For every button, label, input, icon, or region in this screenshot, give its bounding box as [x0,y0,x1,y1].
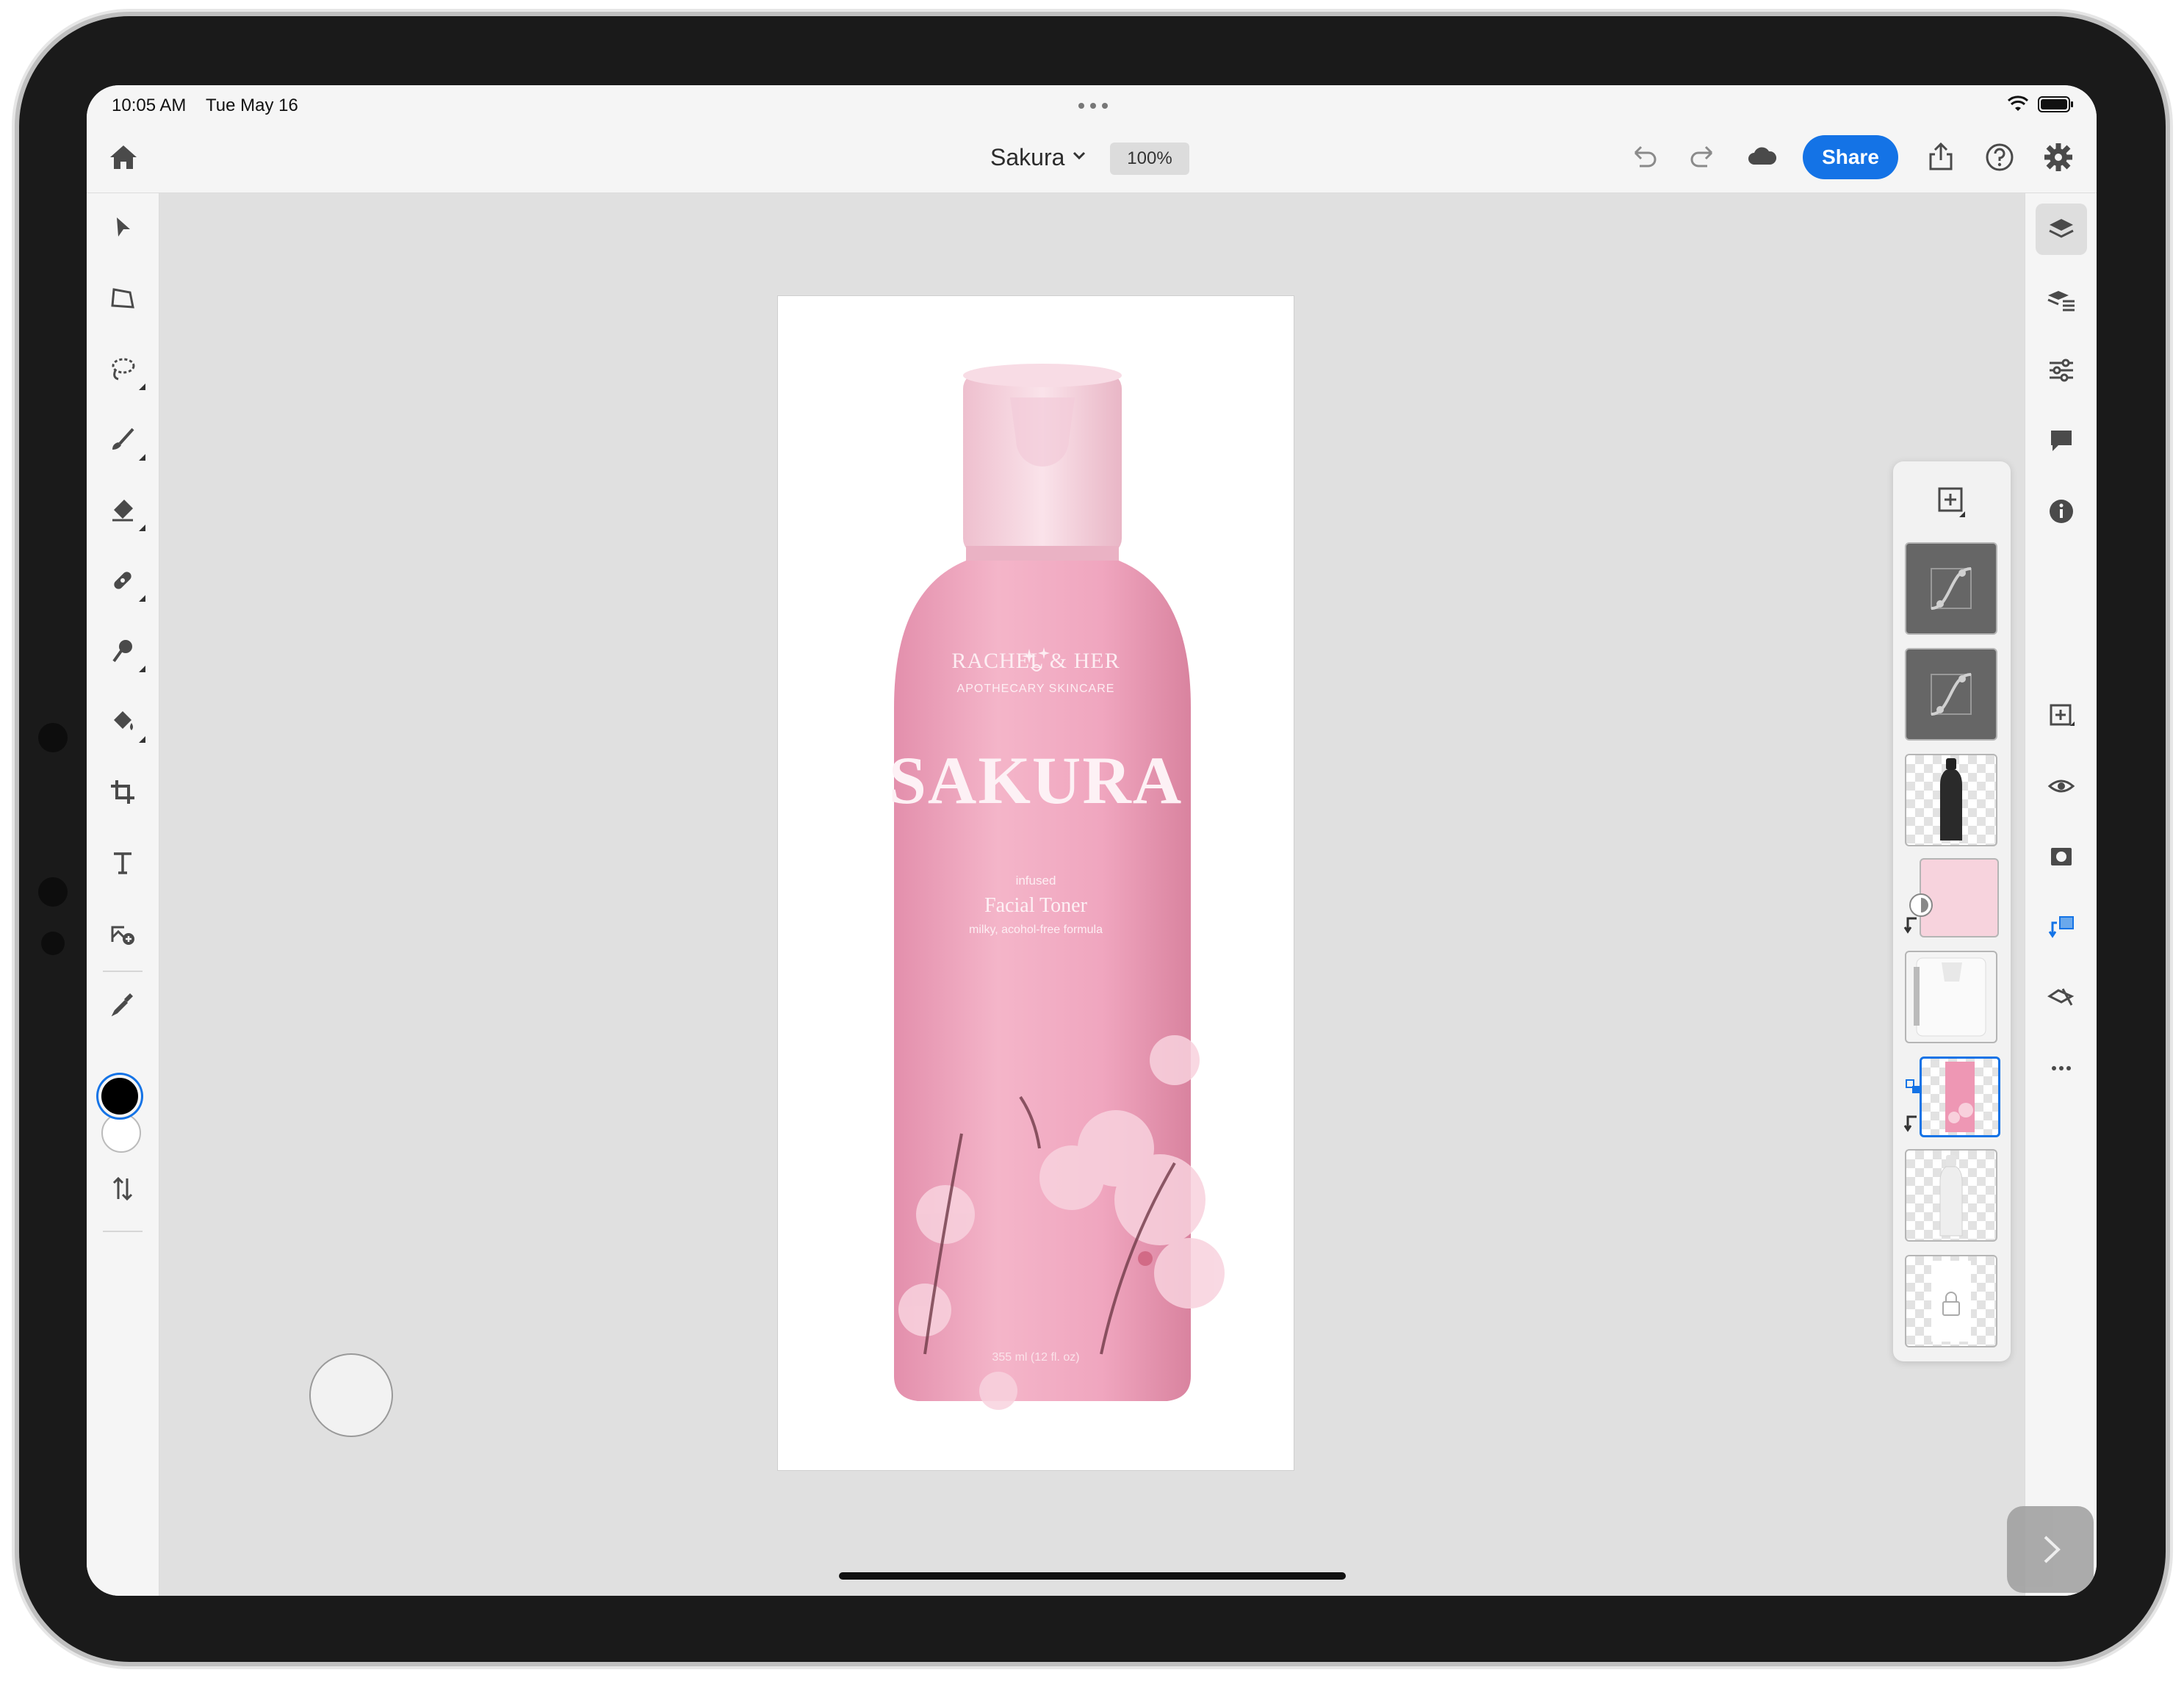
product-infused: infused [1015,874,1056,888]
healing-icon[interactable] [97,555,148,606]
product-volume: 355 ml (12 fl. oz) [992,1351,1080,1364]
properties-rail [2025,193,2097,1596]
add-layer-icon[interactable] [2036,690,2087,741]
status-date: Tue May 16 [206,96,298,115]
layer-white-bottle[interactable] [1905,1149,1997,1242]
layer-sakura-label-selected[interactable] [1920,1057,2000,1137]
more-options-icon[interactable] [2036,1043,2087,1094]
layer-white-cap[interactable] [1905,951,1997,1043]
layer-curves-adjustment[interactable] [1905,542,1997,635]
swap-colors-icon[interactable] [97,1163,148,1214]
clipping-arrow-icon [1903,1114,1920,1133]
camera-sensor [41,932,65,955]
visibility-eye-icon[interactable] [2036,760,2087,812]
more-options-indicator [139,384,145,390]
layers-panel [1893,461,2011,1361]
layer-background-locked[interactable] [1905,1255,1997,1347]
chevron-down-icon [1072,151,1086,165]
home-icon[interactable] [103,137,144,178]
share-button[interactable]: Share [1803,135,1898,179]
layer-pink-fill[interactable] [1920,858,1999,937]
place-image-icon[interactable] [97,907,148,959]
eyedropper-icon[interactable] [97,978,148,1029]
status-bar: 10:05 AM Tue May 16 [87,85,2097,122]
product-formula: milky, acohol-free formula [969,924,1103,936]
layer-curves-adjustment[interactable] [1905,648,1997,741]
more-options-indicator [139,454,145,461]
foreground-color-swatch[interactable] [98,1075,141,1117]
camera-sensor [38,723,68,752]
eraser-icon[interactable] [97,484,148,536]
adjustment-link-icon [1909,893,1933,917]
next-chevron-button[interactable] [2007,1506,2094,1593]
help-icon[interactable] [1979,137,2020,178]
more-options-indicator [139,666,145,672]
blend-mode-icon[interactable] [2036,972,2087,1023]
product-type: Facial Toner [984,894,1087,917]
app-screen: 10:05 AM Tue May 16 Sakura 100% Share RA… [87,85,2097,1596]
smart-object-icon [1905,1079,1921,1095]
toolbar-divider [103,971,143,972]
home-indicator [839,1572,1346,1580]
layer-dark-bottle[interactable] [1905,754,1997,846]
fill-icon[interactable] [97,696,148,747]
layer-properties-icon[interactable] [2036,274,2087,325]
battery-icon [2038,96,2075,113]
sparkle-logo-icon [1022,646,1051,675]
background-color-swatch[interactable] [101,1113,141,1153]
wifi-icon [2007,96,2029,113]
brush-icon[interactable] [97,414,148,465]
add-layer-icon[interactable] [1933,482,1969,519]
multitasking-dots-icon[interactable] [1077,100,1109,109]
settings-gear-icon[interactable] [2038,137,2079,178]
lasso-icon[interactable] [97,343,148,395]
info-icon[interactable] [2036,486,2087,537]
clip-to-below-icon[interactable] [2036,901,2087,953]
more-options-indicator [139,736,145,743]
undo-icon[interactable] [1623,137,1665,178]
product-name: SAKURA [888,743,1183,818]
clone-icon[interactable] [97,625,148,677]
zoom-level[interactable]: 100% [1110,143,1189,175]
toolbar-divider [103,1231,143,1232]
select-icon[interactable] [97,202,148,253]
tools-panel [87,193,159,1596]
redo-icon[interactable] [1682,137,1723,178]
export-icon[interactable] [1920,137,1961,178]
touch-shortcut-button[interactable] [309,1353,393,1437]
document-canvas[interactable]: RACHEL & HER APOTHECARY SKINCARE SAKURA … [777,295,1294,1471]
transform-icon[interactable] [97,273,148,324]
status-time: 10:05 AM [112,96,187,115]
clipping-arrow-icon [1903,915,1920,935]
text-icon[interactable] [97,837,148,888]
more-options-indicator [139,595,145,602]
crop-icon[interactable] [97,766,148,818]
brand-subtitle: APOTHECARY SKINCARE [956,683,1115,695]
camera-sensor [38,877,68,907]
comments-icon[interactable] [2036,415,2087,467]
mask-icon[interactable] [2036,831,2087,882]
more-options-indicator [139,525,145,531]
top-bar: Sakura 100% Share [87,122,2097,193]
layers-icon[interactable] [2036,204,2087,255]
bottle-label: RACHEL & HER APOTHECARY SKINCARE SAKURA … [778,649,1294,937]
adjustments-icon[interactable] [2036,345,2087,396]
document-title-menu[interactable]: Sakura [990,143,1086,172]
document-title: Sakura [990,143,1065,170]
cloud-icon[interactable] [1741,137,1782,178]
chevron-right-icon [2044,1536,2061,1563]
